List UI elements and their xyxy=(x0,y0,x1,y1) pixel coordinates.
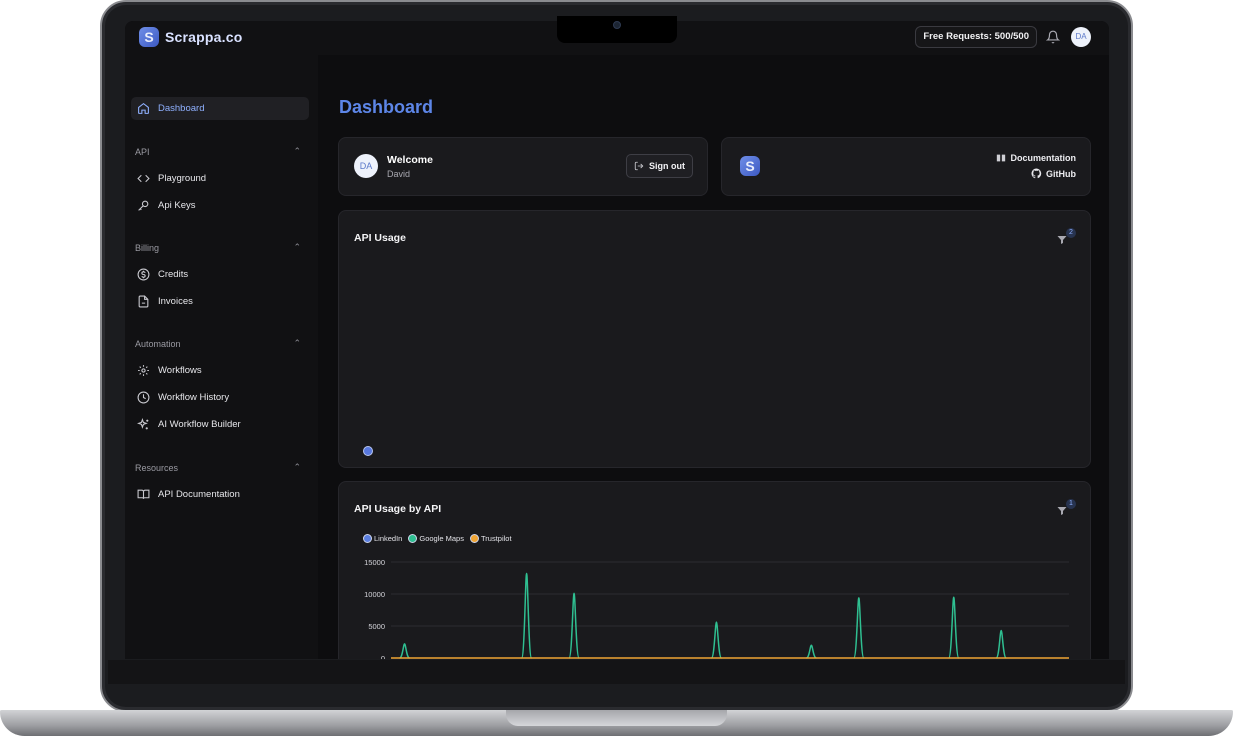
legend-item[interactable]: Google Maps xyxy=(408,534,464,543)
camera-icon xyxy=(613,21,621,29)
free-requests-badge[interactable]: Free Requests: 500/500 xyxy=(915,26,1037,48)
gear-icon xyxy=(138,365,149,376)
api-usage-card: API Usage 2 xyxy=(338,210,1091,468)
legend-label: Google Maps xyxy=(419,534,464,543)
avatar: DA xyxy=(354,154,378,178)
legend-label: LinkedIn xyxy=(374,534,403,543)
sidebar: Dashboard API ⌃ Playground Api Keys Billi… xyxy=(125,55,318,659)
key-icon xyxy=(138,200,149,211)
github-label: GitHub xyxy=(1046,168,1076,179)
logo-icon: S xyxy=(139,27,159,47)
chevron-up-icon: ⌃ xyxy=(293,462,301,472)
section-label: Automation xyxy=(135,338,181,349)
google-maps-spike xyxy=(710,621,723,659)
brand-name: Scrappa.co xyxy=(165,29,243,45)
sidebar-item-api-documentation[interactable]: API Documentation xyxy=(131,483,309,506)
sidebar-item-label: Credits xyxy=(158,269,189,280)
sidebar-item-label: Workflow History xyxy=(158,392,230,403)
sidebar-item-label: Api Keys xyxy=(158,200,196,211)
y-tick-label: 10000 xyxy=(364,590,385,599)
y-tick-label: 0 xyxy=(381,654,385,659)
sidebar-item-label: Dashboard xyxy=(158,103,205,114)
sidebar-item-api-keys[interactable]: Api Keys xyxy=(131,194,309,217)
section-api[interactable]: API ⌃ xyxy=(135,146,301,157)
sidebar-item-label: Invoices xyxy=(158,296,193,307)
legend-item[interactable]: LinkedIn xyxy=(363,534,402,543)
sign-out-label: Sign out xyxy=(649,161,685,171)
book-icon xyxy=(137,489,150,499)
sparkles-icon xyxy=(137,418,149,430)
legend-swatch xyxy=(408,534,418,543)
filter-button[interactable]: 2 xyxy=(1056,228,1076,247)
file-icon xyxy=(138,295,149,308)
api-usage-by-api-card: API Usage by API 1 LinkedIn Google Maps Tr… xyxy=(338,481,1091,659)
chevron-up-icon: ⌃ xyxy=(293,338,301,348)
y-tick-label: 15000 xyxy=(364,558,385,567)
laptop-hinge xyxy=(506,710,727,726)
main-content: Dashboard DA Welcome David Sign out S Do… xyxy=(318,55,1109,659)
clock-icon xyxy=(137,391,150,404)
legend-swatch xyxy=(363,534,372,543)
user-avatar[interactable]: DA xyxy=(1071,27,1091,47)
sidebar-item-playground[interactable]: Playground xyxy=(131,167,309,190)
sidebar-item-ai-workflow-builder[interactable]: AI Workflow Builder xyxy=(131,413,309,436)
legend-label: Trustpilot xyxy=(480,534,512,543)
bell-icon[interactable] xyxy=(1046,29,1060,45)
google-maps-spike xyxy=(995,629,1007,659)
sidebar-item-credits[interactable]: Credits xyxy=(131,263,309,286)
welcome-card: DA Welcome David Sign out xyxy=(338,137,708,196)
sidebar-item-label: Workflows xyxy=(158,365,202,376)
api-usage-chart: 05000100001500000:0017:0010:0003:0020:00… xyxy=(364,558,1069,659)
filter-button[interactable]: 1 xyxy=(1056,499,1076,518)
google-maps-spike xyxy=(853,597,865,659)
legend-dot xyxy=(363,446,373,456)
documentation-link[interactable]: Documentation xyxy=(996,153,1076,163)
card-title: API Usage by API xyxy=(354,503,442,515)
legend-item[interactable]: Trustpilot xyxy=(469,534,512,543)
sidebar-item-label: AI Workflow Builder xyxy=(158,419,241,430)
google-maps-spike xyxy=(399,643,410,659)
home-icon xyxy=(138,102,149,114)
welcome-heading: Welcome xyxy=(387,154,433,166)
logout-icon xyxy=(634,161,644,171)
y-tick-label: 5000 xyxy=(368,622,385,631)
documentation-label: Documentation xyxy=(1010,153,1076,163)
code-icon xyxy=(137,174,150,183)
book-icon xyxy=(997,154,1006,162)
google-maps-spike xyxy=(947,596,960,659)
chart-legend: LinkedIn Google Maps Trustpilot xyxy=(363,534,512,543)
section-label: Resources xyxy=(135,462,179,473)
legend-swatch xyxy=(469,534,479,543)
card-title: API Usage xyxy=(354,232,406,244)
filter-count-badge: 2 xyxy=(1066,228,1076,238)
sidebar-item-invoices[interactable]: Invoices xyxy=(131,290,309,313)
github-link[interactable]: GitHub xyxy=(1031,168,1076,179)
sidebar-item-workflows[interactable]: Workflows xyxy=(131,359,309,382)
google-maps-spike xyxy=(520,572,533,659)
section-billing[interactable]: Billing ⌃ xyxy=(135,242,301,253)
section-automation[interactable]: Automation ⌃ xyxy=(135,338,301,349)
section-label: Billing xyxy=(135,242,160,253)
page-title: Dashboard xyxy=(339,97,434,117)
user-name: David xyxy=(387,169,411,179)
github-icon xyxy=(1031,168,1042,179)
sidebar-item-label: Playground xyxy=(158,173,207,184)
laptop-bezel xyxy=(108,660,1125,684)
google-maps-spike xyxy=(806,644,817,659)
chevron-up-icon: ⌃ xyxy=(293,146,301,156)
filter-count-badge: 1 xyxy=(1066,499,1076,509)
sidebar-item-workflow-history[interactable]: Workflow History xyxy=(131,386,309,409)
sidebar-item-dashboard[interactable]: Dashboard xyxy=(131,97,309,120)
brand-logo[interactable]: S Scrappa.co xyxy=(139,27,242,47)
section-resources[interactable]: Resources ⌃ xyxy=(135,462,301,473)
dollar-icon xyxy=(137,268,150,281)
app-screen: S Scrappa.co Free Requests: 500/500 DA D… xyxy=(125,21,1109,659)
sign-out-button[interactable]: Sign out xyxy=(626,154,693,178)
chevron-up-icon: ⌃ xyxy=(293,242,301,252)
section-label: API xyxy=(135,146,150,157)
links-card: S Documentation GitHub xyxy=(721,137,1091,196)
logo-icon: S xyxy=(740,156,760,176)
sidebar-item-label: API Documentation xyxy=(158,489,240,500)
